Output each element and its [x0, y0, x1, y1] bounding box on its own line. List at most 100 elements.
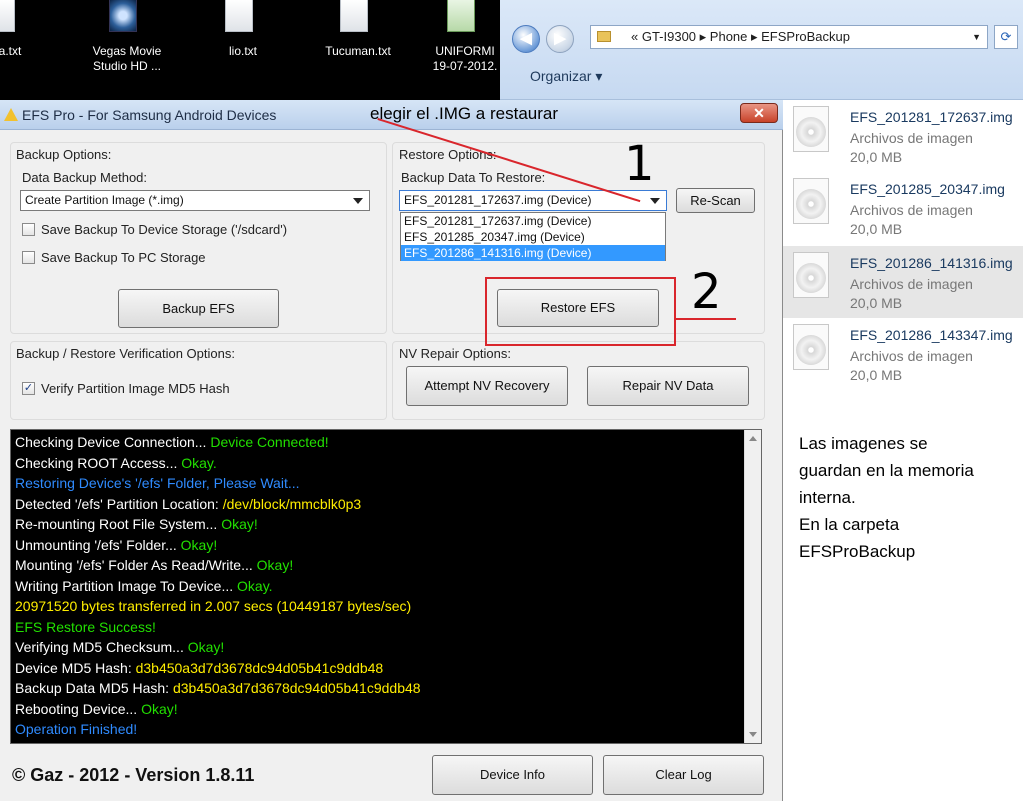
log-segment: Checking Device Connection...: [15, 434, 211, 450]
file-size: 20,0 MB: [850, 295, 903, 311]
log-segment: Re-mounting Root File System...: [15, 516, 222, 532]
restore-file-select[interactable]: EFS_201281_172637.img (Device): [399, 190, 667, 211]
scroll-up-icon[interactable]: [749, 436, 757, 441]
log-segment: Writing Partition Image To Device...: [15, 577, 238, 594]
restore-file-dropdown[interactable]: EFS_201281_172637.img (Device) EFS_20128…: [400, 212, 666, 261]
log-scrollbar[interactable]: [744, 430, 761, 743]
log-segment: Device Connected!: [210, 434, 329, 450]
close-button[interactable]: ✕: [740, 103, 778, 123]
organize-menu[interactable]: Organizar ▾: [530, 68, 602, 85]
desktop-icon-tucuman[interactable]: Tucuman.txt: [303, 0, 413, 100]
disc-image-icon: [793, 324, 829, 370]
verify-md5-label: Verify Partition Image MD5 Hash: [41, 381, 230, 396]
log-segment: Okay!: [221, 516, 258, 532]
log-segment: Unmounting '/efs' Folder...: [15, 536, 181, 553]
log-segment: 20971520 bytes transferred in 2.007 secs…: [15, 598, 412, 614]
note-line: Las imagenes se: [799, 434, 928, 453]
disc-image-icon: [793, 178, 829, 224]
dropdown-option-highlighted[interactable]: EFS_201286_141316.img (Device): [401, 245, 665, 261]
disc-image-icon: [793, 252, 829, 298]
repair-nv-data-button[interactable]: Repair NV Data: [587, 366, 749, 406]
log-line: Detected '/efs' Partition Location: /dev…: [15, 494, 361, 514]
attempt-nv-recovery-button[interactable]: Attempt NV Recovery: [406, 366, 568, 406]
log-segment: Restoring Device's '/efs' Folder, Please…: [15, 475, 300, 491]
log-segment: Okay!: [187, 639, 225, 655]
log-line: Unmounting '/efs' Folder... Okay!: [15, 535, 217, 555]
folder-icon: [597, 31, 611, 42]
file-item[interactable]: EFS_201286_143347.img Archivos de imagen…: [783, 318, 1023, 390]
restore-options-label: Restore Options:: [399, 147, 497, 162]
verification-options-label: Backup / Restore Verification Options:: [16, 346, 235, 361]
chevron-down-icon: [650, 198, 660, 204]
file-type: Archivos de imagen: [850, 348, 973, 364]
file-name: EFS_201286_143347.img: [850, 327, 1013, 343]
save-device-label: Save Backup To Device Storage ('/sdcard'…: [41, 222, 288, 237]
text-file-icon: [340, 0, 368, 32]
verify-md5-checkbox[interactable]: ✓: [22, 382, 35, 395]
desktop-icon-vegas[interactable]: Vegas Movie Studio HD ...: [72, 0, 182, 100]
address-bar[interactable]: « GT-I9300 ▸ Phone ▸ EFSProBackup ▼: [590, 25, 988, 49]
file-item[interactable]: EFS_201285_20347.img Archivos de imagen …: [783, 172, 1023, 244]
log-line: Checking ROOT Access... Okay.: [15, 453, 217, 473]
file-type: Archivos de imagen: [850, 202, 973, 218]
chevron-down-icon[interactable]: ▼: [972, 26, 981, 48]
desktop-icon-label: Vegas Movie Studio HD ...: [92, 44, 162, 73]
window-title: EFS Pro - For Samsung Android Devices: [22, 107, 277, 123]
text-file-icon: [225, 0, 253, 32]
log-line: EFS Restore Success!: [15, 617, 156, 637]
log-segment: Okay.: [237, 577, 273, 594]
rescan-button[interactable]: Re-Scan: [676, 188, 755, 213]
desktop-icon-label: lio.txt: [228, 44, 257, 58]
backup-efs-button[interactable]: Backup EFS: [118, 289, 279, 328]
log-line: Device MD5 Hash: d3b450a3d7d3678dc94d05b…: [15, 658, 383, 678]
log-segment: Mounting '/efs' Folder As Read/Write...: [15, 557, 257, 573]
file-size: 20,0 MB: [850, 367, 903, 383]
log-line: Verifying MD5 Checksum... Okay!: [15, 637, 224, 657]
log-segment: /dev/block/mmcblk0p3: [222, 495, 362, 512]
log-segment: Checking ROOT Access...: [15, 454, 182, 471]
vegas-app-icon: [109, 0, 137, 32]
file-name: EFS_201281_172637.img: [850, 109, 1013, 125]
log-segment: Device MD5 Hash:: [15, 659, 136, 676]
annotation-choose-img: elegir el .IMG a restaurar: [370, 104, 559, 123]
back-button[interactable]: ◀: [512, 25, 540, 53]
refresh-button[interactable]: ⟳: [994, 25, 1018, 49]
dropdown-option[interactable]: EFS_201281_172637.img (Device): [401, 213, 665, 229]
log-line: Backup Data MD5 Hash: d3b450a3d7d3678dc9…: [15, 678, 421, 698]
clear-log-button[interactable]: Clear Log: [603, 755, 764, 795]
backup-method-select[interactable]: Create Partition Image (*.img): [20, 190, 370, 211]
warning-icon: [4, 108, 18, 121]
efs-pro-window: EFS Pro - For Samsung Android Devices ✕ …: [0, 100, 783, 801]
text-file-icon: [0, 0, 15, 32]
chevron-down-icon: [353, 198, 363, 204]
desktop-icon-lio[interactable]: lio.txt: [188, 0, 298, 100]
save-pc-checkbox[interactable]: [22, 251, 35, 264]
log-segment: Okay!: [141, 700, 178, 717]
desktop-area: ma.txt Vegas MovieStudio HD ... lio.txt …: [0, 0, 500, 100]
log-segment: Okay!: [256, 557, 294, 573]
file-size: 20,0 MB: [850, 149, 903, 165]
file-item[interactable]: EFS_201281_172637.img Archivos de imagen…: [783, 100, 1023, 172]
disc-image-icon: [793, 106, 829, 152]
file-list: EFS_201281_172637.img Archivos de imagen…: [783, 100, 1023, 480]
file-item-selected[interactable]: EFS_201286_141316.img Archivos de imagen…: [783, 246, 1023, 318]
log-output[interactable]: Checking Device Connection... Device Con…: [10, 429, 762, 744]
log-segment: d3b450a3d7d3678dc94d05b41c9ddb48: [135, 659, 384, 676]
note-line: EFSProBackup: [799, 542, 916, 561]
scroll-down-icon[interactable]: [749, 732, 757, 737]
annotation-step-2: 2: [691, 264, 722, 320]
dropdown-option[interactable]: EFS_201285_20347.img (Device): [401, 229, 665, 245]
desktop-icon-txt[interactable]: ma.txt: [0, 0, 60, 100]
log-line: Restoring Device's '/efs' Folder, Please…: [15, 473, 300, 493]
save-device-checkbox[interactable]: [22, 223, 35, 236]
log-segment: Verifying MD5 Checksum...: [15, 639, 188, 655]
log-segment: Okay!: [180, 536, 218, 553]
log-segment: Okay.: [181, 454, 217, 471]
nv-repair-label: NV Repair Options:: [399, 346, 511, 361]
file-size: 20,0 MB: [850, 221, 903, 237]
device-info-button[interactable]: Device Info: [432, 755, 593, 795]
note-line: guardan en la memoria: [799, 461, 974, 480]
log-line: Mounting '/efs' Folder As Read/Write... …: [15, 555, 293, 575]
save-pc-label: Save Backup To PC Storage: [41, 250, 206, 265]
forward-button[interactable]: ▶: [546, 25, 574, 53]
